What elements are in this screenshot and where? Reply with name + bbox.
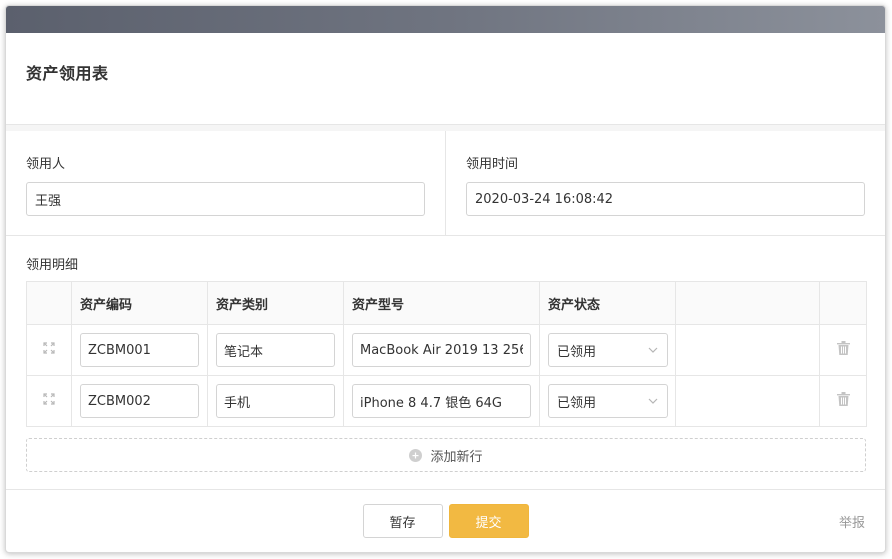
empty-cell [675, 324, 820, 376]
code-cell [71, 324, 208, 376]
time-input[interactable] [466, 182, 865, 216]
column-header-code: 资产编码 [71, 281, 208, 325]
delete-cell [819, 324, 867, 376]
time-label: 领用时间 [466, 157, 519, 172]
column-header-category: 资产类别 [207, 281, 344, 325]
form-title: 资产领用表 [26, 64, 109, 83]
table-row: 已领用 [26, 375, 867, 427]
save-draft-button[interactable]: 暂存 [362, 504, 443, 538]
expand-icon[interactable] [43, 393, 55, 409]
form-footer: 暂存 提交 举报 [6, 489, 885, 552]
window-titlebar [6, 6, 885, 33]
model-input[interactable] [352, 384, 531, 418]
category-input[interactable] [216, 384, 335, 418]
form-header: 资产领用表 [6, 33, 885, 125]
detail-section: 领用明细 资产编码 资产类别 资产型号 资产状态 ZCBM001 笔记本 Mac… [6, 236, 885, 472]
code-input[interactable] [80, 384, 199, 418]
status-select-value: 已领用 [557, 395, 597, 411]
model-cell [343, 324, 540, 376]
trash-icon[interactable] [836, 392, 850, 410]
add-row-label: 添加新行 [430, 449, 483, 465]
handle-column-header [26, 281, 72, 325]
status-select-value: 已领用 [557, 344, 597, 360]
status-select[interactable]: 已领用 [548, 333, 668, 367]
report-link[interactable]: 举报 [839, 512, 865, 531]
detail-table: 资产编码 资产类别 资产型号 资产状态 ZCBM001 笔记本 MacBook … [26, 281, 867, 427]
plus-circle-icon [409, 448, 423, 462]
code-cell [71, 375, 208, 427]
column-header-status: 资产状态 [539, 281, 676, 325]
chevron-down-icon [648, 398, 658, 404]
expand-icon[interactable] [43, 342, 55, 358]
table-row: 已领用 [26, 324, 867, 376]
model-cell [343, 375, 540, 427]
status-cell: 已领用 [539, 375, 676, 427]
category-cell [207, 324, 344, 376]
model-input[interactable] [352, 333, 531, 367]
chevron-down-icon [648, 347, 658, 353]
table-header-row: 资产编码 资产类别 资产型号 资产状态 [26, 281, 867, 325]
recipient-field: 领用人 [6, 131, 445, 235]
empty-column-header [675, 281, 820, 325]
delete-cell [819, 375, 867, 427]
column-header-model: 资产型号 [343, 281, 540, 325]
status-select[interactable]: 已领用 [548, 384, 668, 418]
app-window: 资产领用表 领用人 领用时间 领用明细 资产编码 资产类别 资产型号 [5, 5, 886, 553]
recipient-input[interactable] [26, 182, 425, 216]
add-row-button[interactable]: 添加新行 [26, 438, 866, 472]
empty-cell [675, 375, 820, 427]
row-handle-cell [26, 324, 72, 376]
category-cell [207, 375, 344, 427]
action-column-header [819, 281, 867, 325]
recipient-label: 领用人 [26, 157, 66, 172]
trash-icon[interactable] [836, 341, 850, 359]
status-cell: 已领用 [539, 324, 676, 376]
submit-button[interactable]: 提交 [448, 504, 529, 538]
code-input[interactable] [80, 333, 199, 367]
time-field: 领用时间 [445, 131, 885, 235]
row-handle-cell [26, 375, 72, 427]
detail-label: 领用明细 [26, 258, 79, 273]
basic-fields-row: 领用人 领用时间 [6, 131, 885, 236]
category-input[interactable] [216, 333, 335, 367]
